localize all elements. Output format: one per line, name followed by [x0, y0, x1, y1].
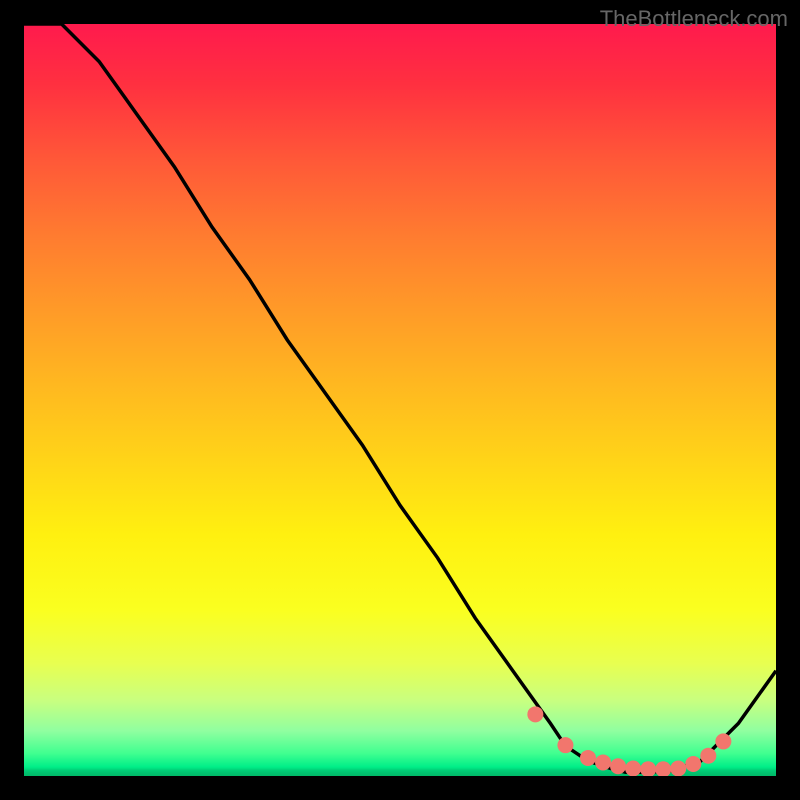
- marker-point: [655, 761, 671, 776]
- marker-point: [715, 733, 731, 749]
- chart-svg: [24, 24, 776, 776]
- marker-point: [595, 754, 611, 770]
- marker-point: [640, 761, 656, 776]
- marker-point: [557, 737, 573, 753]
- marker-point: [700, 748, 716, 764]
- watermark-text: TheBottleneck.com: [600, 6, 788, 32]
- plot-area: [24, 24, 776, 776]
- marker-point: [670, 760, 686, 776]
- marker-point: [685, 756, 701, 772]
- marker-group: [527, 706, 731, 776]
- marker-point: [527, 706, 543, 722]
- marker-point: [610, 758, 626, 774]
- marker-point: [580, 750, 596, 766]
- bottleneck-curve: [24, 24, 776, 772]
- marker-point: [625, 760, 641, 776]
